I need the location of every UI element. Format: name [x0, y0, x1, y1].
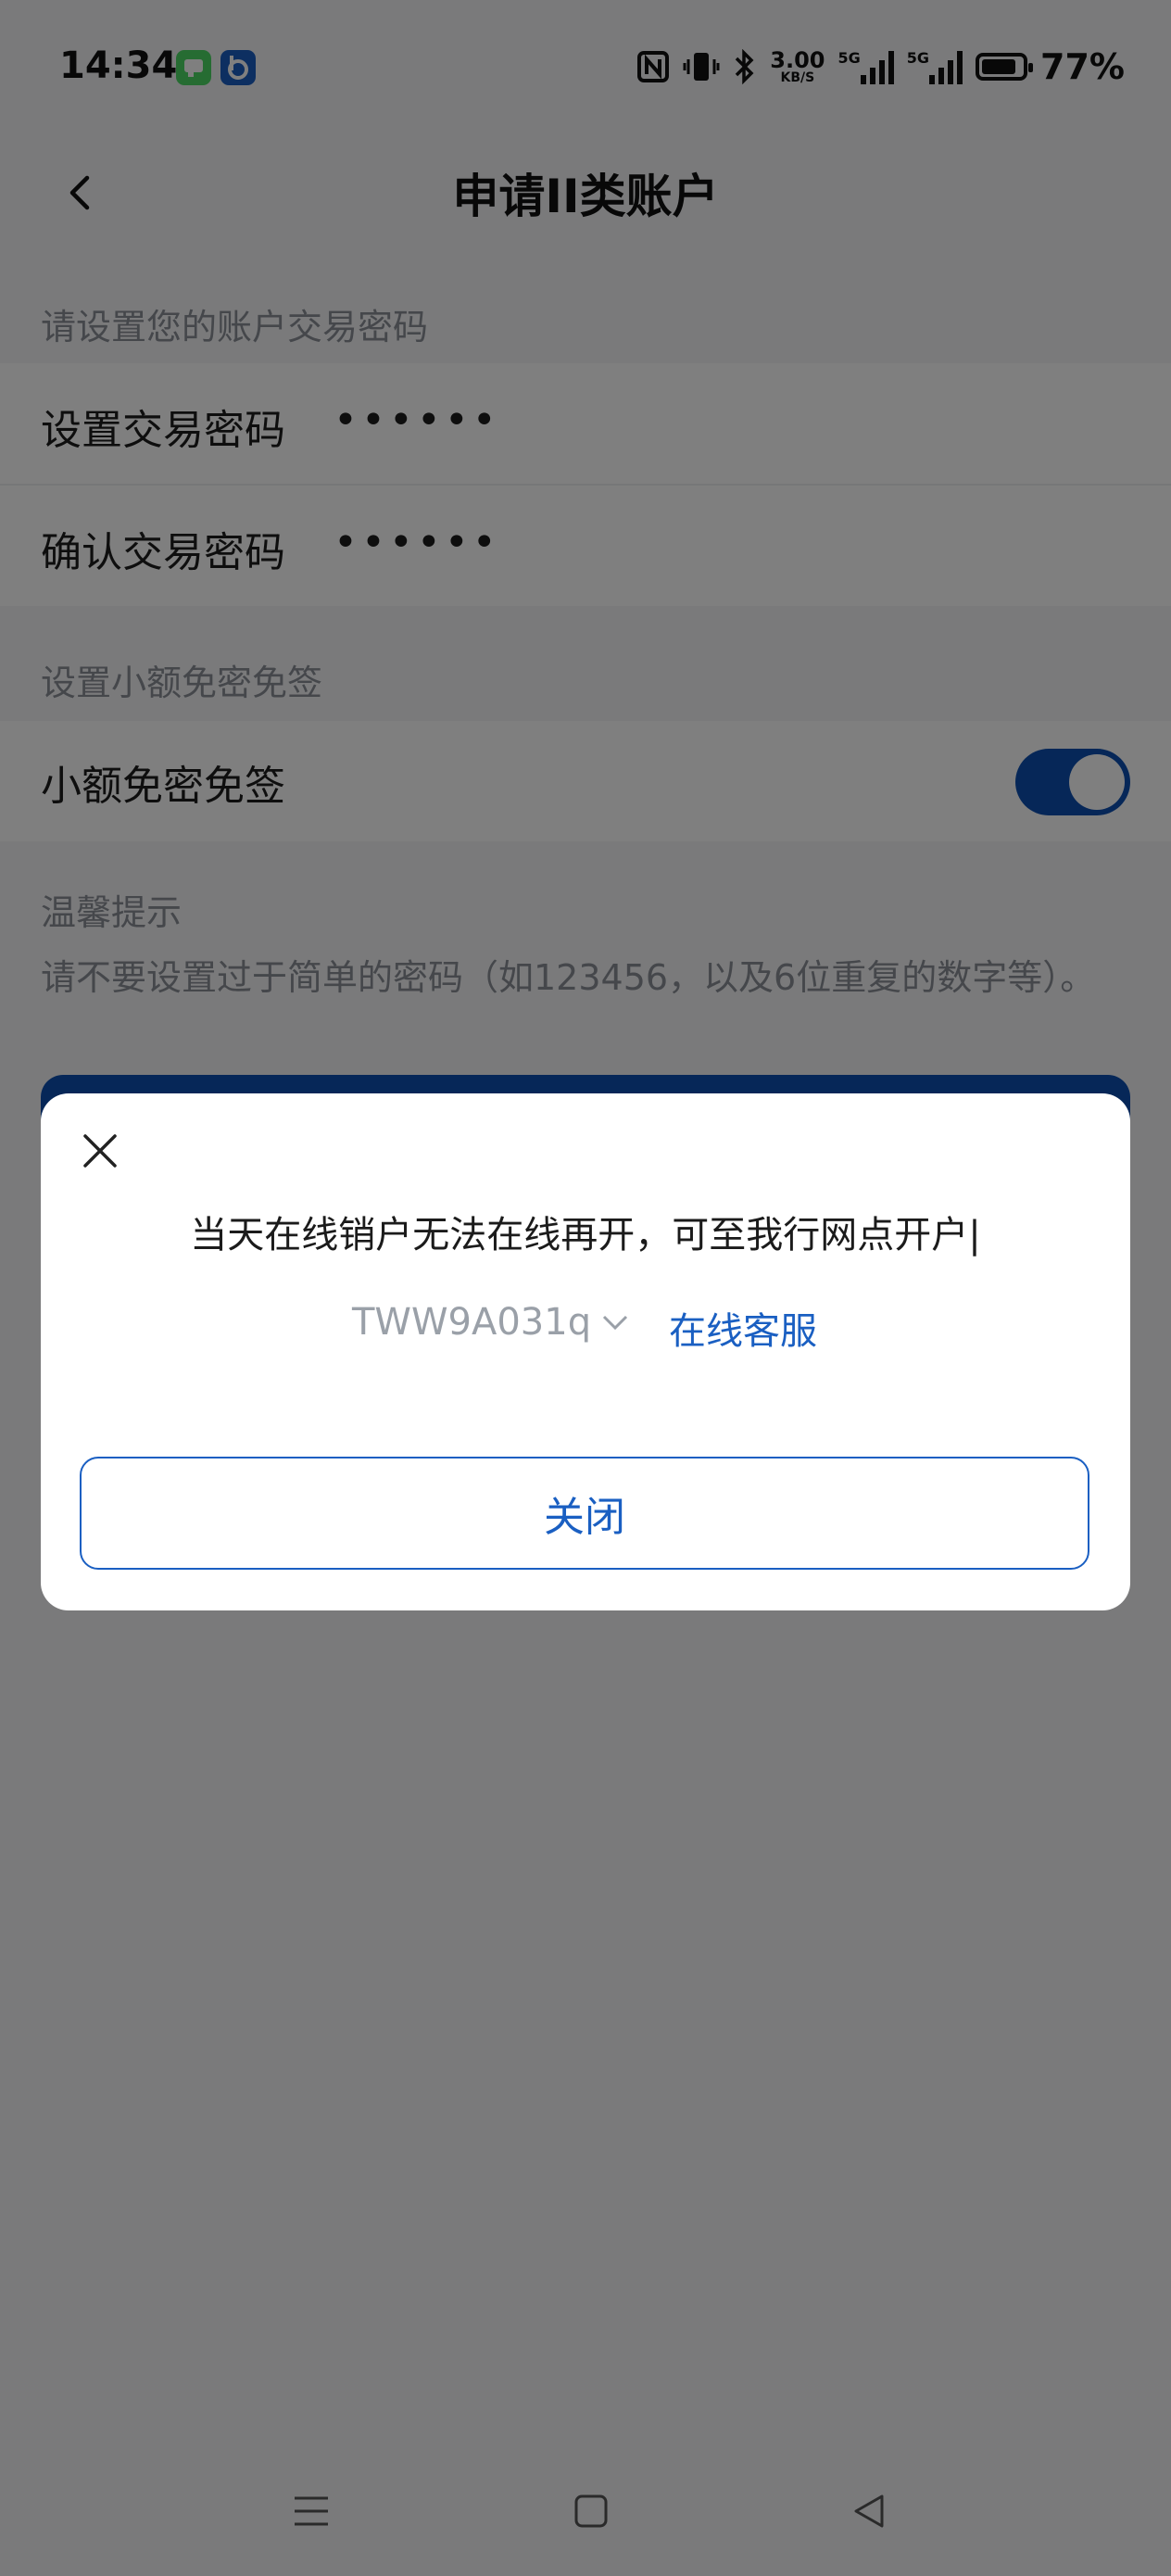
- close-icon[interactable]: [82, 1132, 119, 1169]
- close-button[interactable]: 关闭: [80, 1457, 1089, 1570]
- dialog-message: 当天在线销户无法在线再开，可至我行网点开户|: [190, 1214, 981, 1256]
- online-service-link[interactable]: 在线客服: [669, 1301, 817, 1355]
- chevron-down-icon: [603, 1315, 628, 1331]
- error-code-text: TWW9A031q: [352, 1301, 592, 1344]
- error-code[interactable]: TWW9A031q: [352, 1301, 628, 1344]
